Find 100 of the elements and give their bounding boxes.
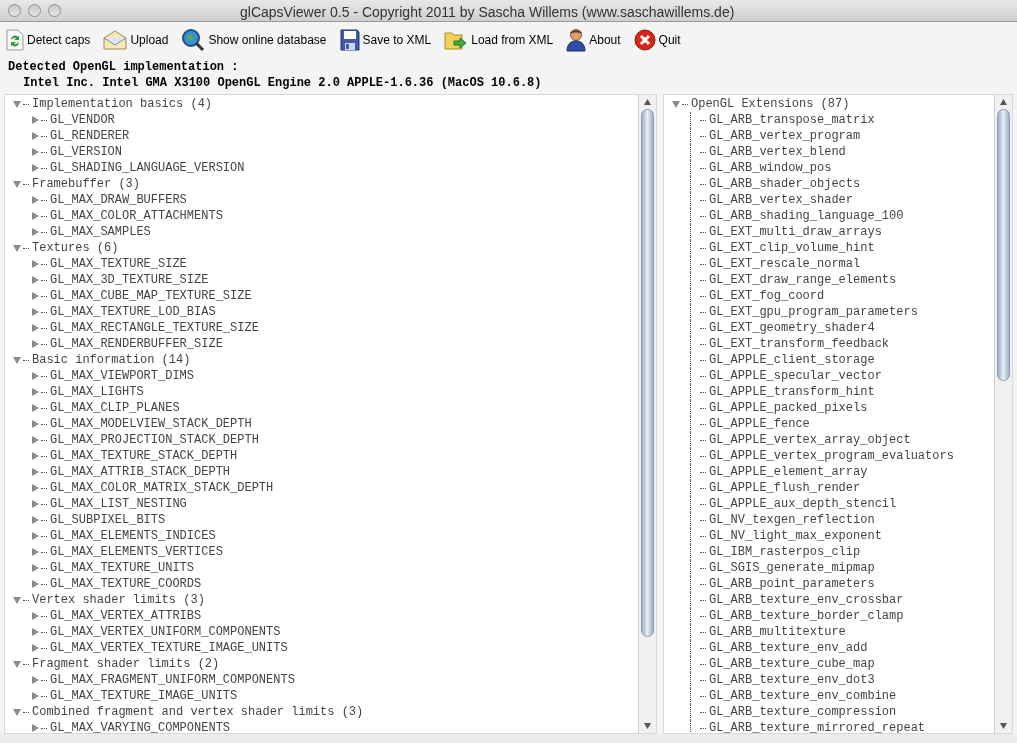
tree-item[interactable]: GL_APPLE_vertex_array_object [709, 432, 911, 448]
tree-item[interactable]: GL_ARB_window_pos [709, 160, 832, 176]
scrollbar-thumb[interactable] [997, 109, 1010, 381]
tree-item[interactable]: GL_EXT_fog_coord [709, 288, 825, 304]
tree-item[interactable]: GL_NV_light_max_exponent [709, 528, 882, 544]
tree-item[interactable]: Basic information (14) [32, 352, 191, 368]
collapsed-arrow-icon[interactable] [31, 420, 39, 428]
toolbar-button[interactable]: Save to XML [339, 25, 432, 55]
tree-item[interactable]: GL_VERSION [50, 144, 122, 160]
tree-item[interactable]: GL_EXT_transform_feedback [709, 336, 890, 352]
expanded-arrow-icon[interactable] [13, 180, 21, 188]
tree-item[interactable]: GL_APPLE_specular_vector [709, 368, 882, 384]
collapsed-arrow-icon[interactable] [31, 148, 39, 156]
tree-item[interactable]: GL_MAX_COLOR_MATRIX_STACK_DEPTH [50, 480, 274, 496]
tree-item[interactable]: GL_SUBPIXEL_BITS [50, 512, 166, 528]
tree-item[interactable]: Implementation basics (4) [32, 96, 213, 112]
tree-item[interactable]: GL_APPLE_transform_hint [709, 384, 875, 400]
tree-item[interactable]: GL_MAX_TEXTURE_SIZE [50, 256, 187, 272]
expanded-arrow-icon[interactable] [13, 244, 21, 252]
tree-item[interactable]: GL_EXT_draw_range_elements [709, 272, 897, 288]
tree-item[interactable]: GL_IBM_rasterpos_clip [709, 544, 861, 560]
tree-item[interactable]: GL_MAX_SAMPLES [50, 224, 151, 240]
collapsed-arrow-icon[interactable] [31, 212, 39, 220]
tree-item[interactable]: GL_RENDERER [50, 128, 130, 144]
tree-item[interactable]: GL_MAX_TEXTURE_STACK_DEPTH [50, 448, 238, 464]
tree-item[interactable]: GL_EXT_rescale_normal [709, 256, 861, 272]
toolbar-button[interactable]: Quit [633, 25, 681, 55]
collapsed-arrow-icon[interactable] [31, 116, 39, 124]
tree-item[interactable]: GL_APPLE_packed_pixels [709, 400, 868, 416]
collapsed-arrow-icon[interactable] [31, 340, 39, 348]
tree-item[interactable]: GL_MAX_TEXTURE_UNITS [50, 560, 195, 576]
toolbar-button[interactable]: Show online database [181, 25, 327, 55]
collapsed-arrow-icon[interactable] [31, 132, 39, 140]
tree-item[interactable]: GL_MAX_VERTEX_ATTRIBS [50, 608, 202, 624]
tree-item[interactable]: GL_MAX_LIGHTS [50, 384, 144, 400]
vertical-scrollbar[interactable] [994, 95, 1012, 733]
scroll-down-icon[interactable] [1000, 723, 1007, 729]
tree-item[interactable]: GL_APPLE_aux_depth_stencil [709, 496, 897, 512]
toolbar-button[interactable]: About [566, 25, 621, 55]
tree-item[interactable]: GL_MAX_ATTRIB_STACK_DEPTH [50, 464, 231, 480]
expanded-arrow-icon[interactable] [13, 356, 21, 364]
tree-item[interactable]: GL_ARB_vertex_program [709, 128, 861, 144]
expanded-arrow-icon[interactable] [13, 100, 21, 108]
tree-item[interactable]: GL_SGIS_generate_mipmap [709, 560, 875, 576]
tree-item[interactable]: GL_ARB_vertex_blend [709, 144, 846, 160]
tree-item[interactable]: GL_MAX_VARYING_COMPONENTS [50, 720, 231, 733]
tree-item[interactable]: GL_MAX_CUBE_MAP_TEXTURE_SIZE [50, 288, 252, 304]
tree-item[interactable]: GL_MAX_FRAGMENT_UNIFORM_COMPONENTS [50, 672, 295, 688]
tree-item[interactable]: GL_MAX_CLIP_PLANES [50, 400, 180, 416]
tree-item[interactable]: Vertex shader limits (3) [32, 592, 205, 608]
collapsed-arrow-icon[interactable] [31, 404, 39, 412]
toolbar-button[interactable]: Detect caps [6, 25, 91, 55]
vertical-scrollbar[interactable] [638, 95, 656, 733]
zoom-window-button[interactable] [48, 4, 61, 17]
tree-item[interactable]: GL_ARB_texture_border_clamp [709, 608, 904, 624]
tree-item[interactable]: GL_EXT_multi_draw_arrays [709, 224, 882, 240]
collapsed-arrow-icon[interactable] [31, 564, 39, 572]
tree-item[interactable]: Textures (6) [32, 240, 119, 256]
tree-item[interactable]: GL_APPLE_fence [709, 416, 810, 432]
tree-item[interactable]: GL_MAX_LIST_NESTING [50, 496, 187, 512]
tree-item[interactable]: GL_MAX_COLOR_ATTACHMENTS [50, 208, 223, 224]
tree-item[interactable]: Framebuffer (3) [32, 176, 141, 192]
tree-item[interactable]: GL_ARB_texture_compression [709, 704, 897, 720]
collapsed-arrow-icon[interactable] [31, 292, 39, 300]
close-window-button[interactable] [8, 4, 21, 17]
tree-item[interactable]: GL_MAX_TEXTURE_IMAGE_UNITS [50, 688, 238, 704]
tree-item[interactable]: GL_ARB_texture_env_add [709, 640, 868, 656]
scroll-up-icon[interactable] [644, 99, 651, 105]
collapsed-arrow-icon[interactable] [31, 516, 39, 524]
collapsed-arrow-icon[interactable] [31, 500, 39, 508]
tree-item[interactable]: GL_MAX_VERTEX_UNIFORM_COMPONENTS [50, 624, 281, 640]
tree-item[interactable]: GL_APPLE_element_array [709, 464, 868, 480]
collapsed-arrow-icon[interactable] [31, 196, 39, 204]
collapsed-arrow-icon[interactable] [31, 644, 39, 652]
tree-item[interactable]: GL_MAX_PROJECTION_STACK_DEPTH [50, 432, 259, 448]
collapsed-arrow-icon[interactable] [31, 308, 39, 316]
tree-item[interactable]: GL_MAX_VIEWPORT_DIMS [50, 368, 195, 384]
collapsed-arrow-icon[interactable] [31, 484, 39, 492]
tree-item[interactable]: GL_APPLE_vertex_program_evaluators [709, 448, 954, 464]
collapsed-arrow-icon[interactable] [31, 436, 39, 444]
tree-item[interactable]: GL_MAX_TEXTURE_COORDS [50, 576, 202, 592]
tree-item[interactable]: GL_MAX_RENDERBUFFER_SIZE [50, 336, 223, 352]
tree-item[interactable]: GL_MAX_3D_TEXTURE_SIZE [50, 272, 209, 288]
tree-item[interactable]: GL_ARB_multitexture [709, 624, 846, 640]
tree-item[interactable]: GL_ARB_texture_cube_map [709, 656, 875, 672]
collapsed-arrow-icon[interactable] [31, 612, 39, 620]
tree-item[interactable]: GL_SHADING_LANGUAGE_VERSION [50, 160, 245, 176]
collapsed-arrow-icon[interactable] [31, 260, 39, 268]
collapsed-arrow-icon[interactable] [31, 580, 39, 588]
collapsed-arrow-icon[interactable] [31, 388, 39, 396]
collapsed-arrow-icon[interactable] [31, 468, 39, 476]
tree-item[interactable]: GL_APPLE_flush_render [709, 480, 861, 496]
expanded-arrow-icon[interactable] [672, 100, 680, 108]
collapsed-arrow-icon[interactable] [31, 676, 39, 684]
scroll-down-icon[interactable] [644, 723, 651, 729]
collapsed-arrow-icon[interactable] [31, 372, 39, 380]
expanded-arrow-icon[interactable] [13, 660, 21, 668]
collapsed-arrow-icon[interactable] [31, 532, 39, 540]
tree-item[interactable]: GL_MAX_TEXTURE_LOD_BIAS [50, 304, 216, 320]
scrollbar-thumb[interactable] [641, 109, 654, 637]
